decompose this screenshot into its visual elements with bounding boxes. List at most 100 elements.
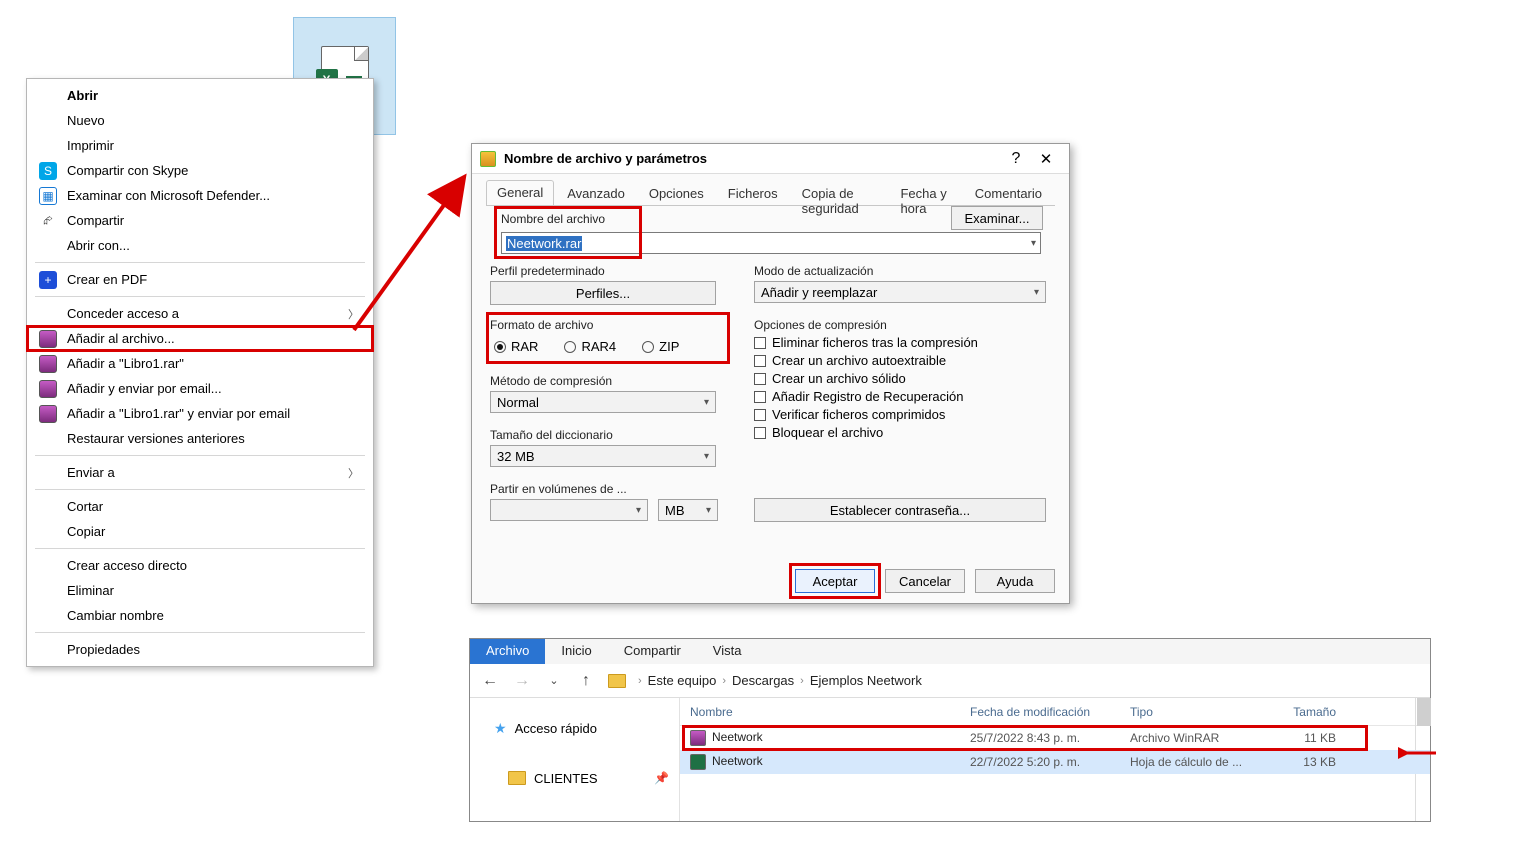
menu-copy[interactable]: Copiar [27,519,373,544]
tab-archivo[interactable]: Archivo [470,639,545,664]
tab-backup[interactable]: Copia de seguridad [791,181,888,206]
menu-add-to-archive[interactable]: Añadir al archivo... [27,326,373,351]
chk-solid[interactable]: Crear un archivo sólido [754,371,1050,386]
pin-icon: 📌 [654,771,669,785]
skype-icon: S [39,162,57,180]
chk-verify[interactable]: Verificar ficheros comprimidos [754,407,1050,422]
menu-create-pdf[interactable]: +Crear en PDF [27,267,373,292]
menu-rename[interactable]: Cambiar nombre [27,603,373,628]
file-row-rar[interactable]: Neetwork 25/7/2022 8:43 p. m. Archivo Wi… [680,726,1430,750]
help-button[interactable]: Ayuda [975,569,1055,593]
chevron-down-icon: ▾ [706,505,711,516]
label-compress-method: Método de compresión [490,374,720,388]
update-mode-combo[interactable]: Añadir y reemplazar▾ [754,281,1046,303]
chk-delete-after[interactable]: Eliminar ficheros tras la compresión [754,335,1050,350]
columns-header[interactable]: Nombre Fecha de modificación Tipo Tamaño [680,698,1430,726]
file-row-xlsx[interactable]: Neetwork 22/7/2022 5:20 p. m. Hoja de cá… [680,750,1430,774]
tab-inicio[interactable]: Inicio [545,639,607,664]
menu-restore-versions[interactable]: Restaurar versiones anteriores [27,426,373,451]
dialog-tabs: General Avanzado Opciones Ficheros Copia… [486,180,1055,206]
chevron-down-icon: ▾ [704,451,709,462]
label-profile: Perfil predeterminado [490,264,720,278]
nav-up-icon[interactable]: ↑ [576,672,596,690]
menu-create-shortcut[interactable]: Crear acceso directo [27,553,373,578]
set-password-button[interactable]: Establecer contraseña... [754,498,1046,522]
winrar-icon [39,355,57,373]
ribbon-tabs: Archivo Inicio Compartir Vista [470,639,1430,664]
profiles-button[interactable]: Perfiles... [490,281,716,305]
menu-properties[interactable]: Propiedades [27,637,373,662]
filename-input[interactable]: Neetwork.rar ▾ [501,232,1041,254]
tab-comment[interactable]: Comentario [964,181,1053,206]
help-icon[interactable]: ? [1001,150,1031,168]
accept-button[interactable]: Aceptar [795,569,875,593]
winrar-icon [480,151,496,167]
chevron-right-icon: 〉 [348,306,359,322]
tab-datetime[interactable]: Fecha y hora [889,181,961,206]
dialog-title: Nombre de archivo y parámetros [504,151,1001,166]
separator [35,455,365,456]
plus-icon: + [39,271,57,289]
label-format: Formato de archivo [490,318,720,332]
sidebar-clientes[interactable]: CLIENTES📌 [494,764,669,792]
radio-zip[interactable]: ZIP [642,339,679,354]
close-icon[interactable]: ✕ [1031,150,1061,168]
chevron-down-icon[interactable]: ▾ [1031,238,1036,249]
tab-general[interactable]: General [486,180,554,205]
winrar-icon [39,405,57,423]
menu-add-and-email[interactable]: Añadir y enviar por email... [27,376,373,401]
tab-advanced[interactable]: Avanzado [556,181,636,206]
menu-print[interactable]: Imprimir [27,133,373,158]
menu-new[interactable]: Nuevo [27,108,373,133]
menu-skype[interactable]: SCompartir con Skype [27,158,373,183]
label-update-mode: Modo de actualización [754,264,1050,278]
chk-lock[interactable]: Bloquear el archivo [754,425,1050,440]
label-split: Partir en volúmenes de ... [490,482,720,496]
menu-open-with[interactable]: Abrir con... [27,233,373,258]
nav-toolbar: ← → ⌄ ↑ ›Este equipo ›Descargas ›Ejemplo… [470,664,1430,698]
archive-dialog: Nombre de archivo y parámetros ? ✕ Gener… [471,143,1070,604]
radio-rar4[interactable]: RAR4 [564,339,616,354]
folder-icon [508,771,526,785]
dictionary-combo[interactable]: 32 MB▾ [490,445,716,467]
menu-defender[interactable]: ▦Examinar con Microsoft Defender... [27,183,373,208]
tab-vista[interactable]: Vista [697,639,758,664]
separator [35,489,365,490]
menu-cut[interactable]: Cortar [27,494,373,519]
excel-file-icon [690,754,706,770]
share-icon: ⮳ [39,212,57,230]
chevron-down-icon: ▾ [636,505,641,516]
menu-delete[interactable]: Eliminar [27,578,373,603]
separator [35,548,365,549]
cancel-button[interactable]: Cancelar [885,569,965,593]
nav-back-icon[interactable]: ← [480,672,500,690]
split-unit-combo[interactable]: MB▾ [658,499,718,521]
chevron-down-icon: ▾ [704,397,709,408]
dialog-titlebar: Nombre de archivo y parámetros ? ✕ [472,144,1069,174]
menu-share[interactable]: ⮳Compartir [27,208,373,233]
file-explorer: Archivo Inicio Compartir Vista ← → ⌄ ↑ ›… [469,638,1431,822]
compress-method-combo[interactable]: Normal▾ [490,391,716,413]
menu-grant-access[interactable]: Conceder acceso a〉 [27,301,373,326]
tab-compartir[interactable]: Compartir [608,639,697,664]
rar-file-icon [690,730,706,746]
winrar-icon [39,330,57,348]
chk-sfx[interactable]: Crear un archivo autoextraible [754,353,1050,368]
nav-forward-icon[interactable]: → [512,672,532,690]
tab-files[interactable]: Ficheros [717,181,789,206]
nav-recent-icon[interactable]: ⌄ [544,674,564,687]
file-context-menu: Abrir Nuevo Imprimir SCompartir con Skyp… [26,78,374,667]
menu-open[interactable]: Abrir [27,83,373,108]
radio-rar[interactable]: RAR [494,339,538,354]
tab-options[interactable]: Opciones [638,181,715,206]
chk-recovery[interactable]: Añadir Registro de Recuperación [754,389,1050,404]
menu-send-to[interactable]: Enviar a〉 [27,460,373,485]
menu-add-to-libro1[interactable]: Añadir a "Libro1.rar" [27,351,373,376]
separator [35,632,365,633]
breadcrumb[interactable]: ›Este equipo ›Descargas ›Ejemplos Neetwo… [638,673,922,688]
browse-button[interactable]: Examinar... [951,206,1043,230]
star-icon: ★ [494,720,507,737]
split-size-combo[interactable]: ▾ [490,499,648,521]
sidebar-quick-access[interactable]: ★Acceso rápido [494,714,669,742]
menu-add-to-libro1-email[interactable]: Añadir a "Libro1.rar" y enviar por email [27,401,373,426]
